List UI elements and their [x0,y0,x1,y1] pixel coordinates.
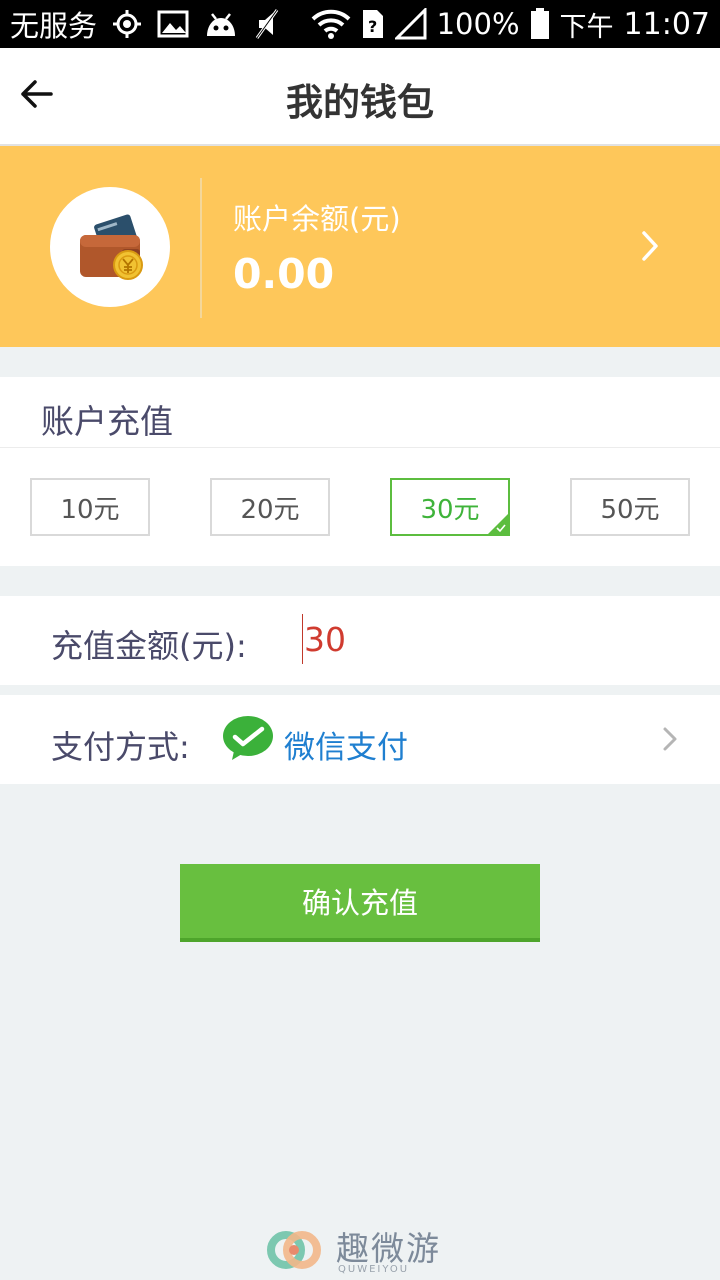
amount-option-30[interactable]: 30元 [390,478,510,536]
no-sound-icon [253,8,281,40]
amount-option-20[interactable]: 20元 [210,478,330,536]
amount-label: 充值金额(元): [51,627,247,665]
svg-text:?: ? [368,17,377,36]
brand-name: 趣微游 [336,1229,441,1268]
amount-option-label: 10元 [60,494,120,525]
confirm-recharge-button[interactable]: 确认充值 [180,864,540,942]
wallet-avatar [50,187,170,307]
android-icon [203,10,239,38]
payment-method-name: 微信支付 [284,730,408,766]
sim-icon: ? [361,8,385,40]
balance-card[interactable]: 账户余额(元) 0.00 [0,146,720,347]
balance-divider [200,178,202,318]
wechat-icon [223,716,273,760]
location-icon [111,8,143,40]
battery-percent: 100% [436,7,520,41]
chevron-right-icon [663,727,677,751]
brand-footer: 趣微游 QUWEIYOU [266,1220,466,1278]
wallet-icon [80,214,143,280]
image-icon [157,10,189,38]
divider [0,447,720,448]
amount-option-10[interactable]: 10元 [30,478,150,536]
header: 我的钱包 [0,48,720,146]
amount-input[interactable] [302,614,682,664]
amount-option-label: 30元 [420,494,480,525]
page-title: 我的钱包 [286,81,434,124]
balance-amount: 0.00 [233,250,335,298]
ampm-text: 下午 [559,11,614,43]
brand-subtitle: QUWEIYOU [338,1264,410,1275]
signal-icon [394,8,427,40]
amount-option-label: 20元 [240,494,300,525]
check-icon [496,524,506,533]
amount-option-label: 50元 [600,494,660,525]
amount-option-50[interactable]: 50元 [570,478,690,536]
clock: 11:07 [623,6,710,42]
balance-label: 账户余额(元) [233,202,401,236]
payment-label: 支付方式: [51,728,190,766]
chevron-right-icon [642,231,658,261]
payment-method-row[interactable]: 支付方式: 微信支付 [0,695,720,784]
amount-row: 充值金额(元): [0,596,720,685]
brand-logo-icon [267,1231,321,1269]
recharge-title: 账户充值 [41,402,173,441]
status-bar: 无服务 ? 100% 下午 11:07 [0,0,720,48]
battery-icon [530,8,550,40]
wifi-icon [311,9,351,39]
carrier-text: 无服务 [10,9,98,43]
recharge-section: 账户充值 10元 20元 30元 50元 [0,377,720,566]
